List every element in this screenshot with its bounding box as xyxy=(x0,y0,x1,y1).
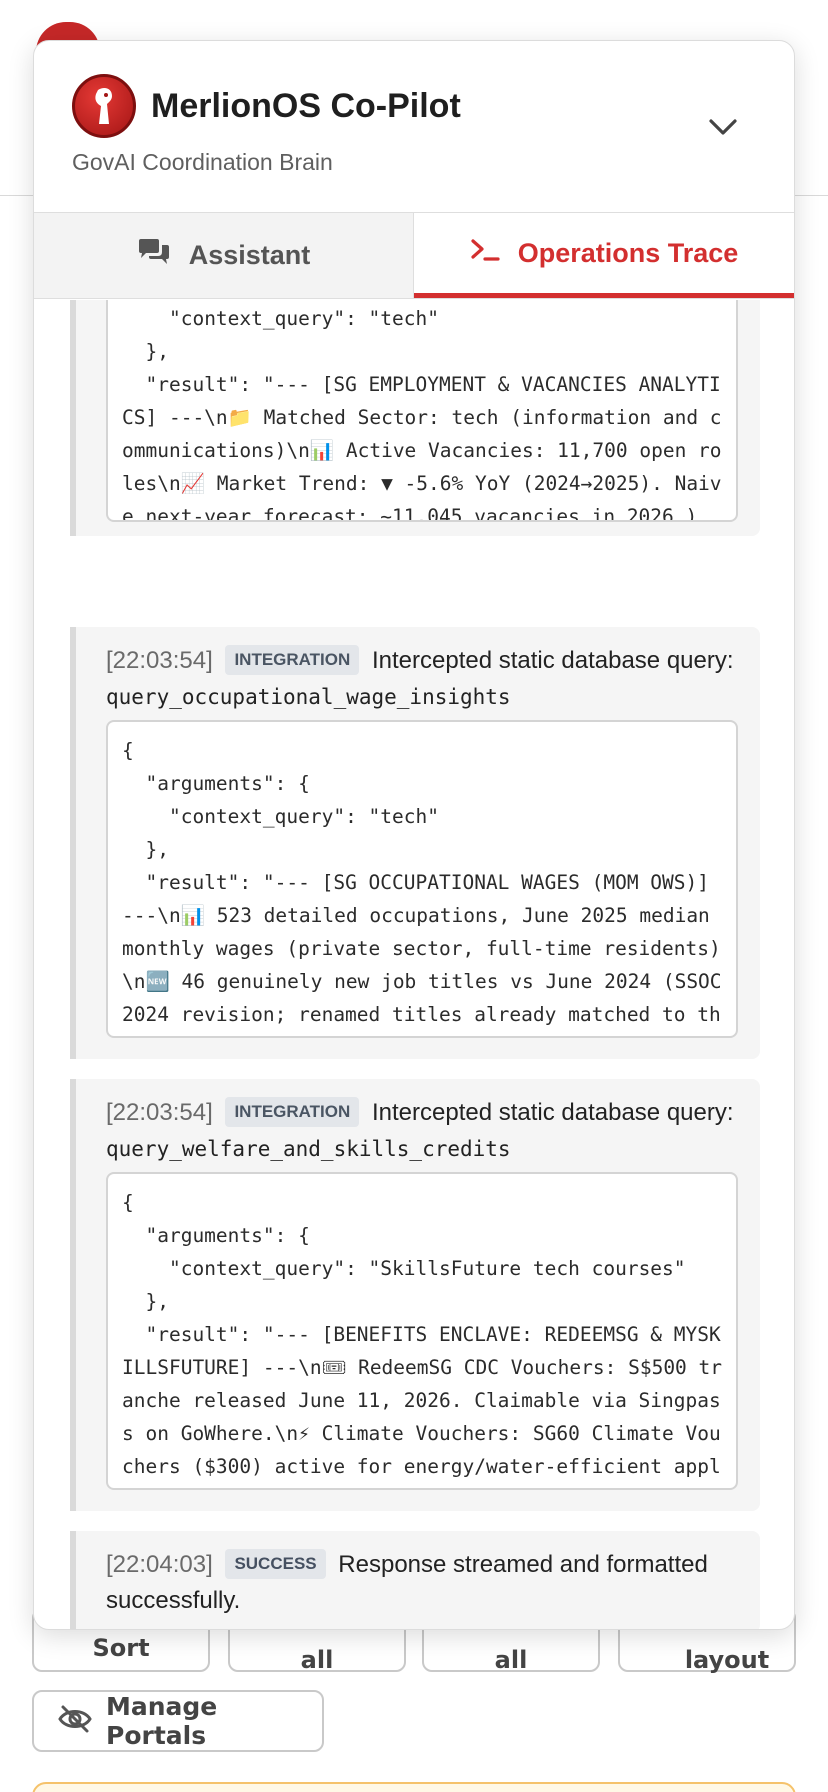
trace-entry-payload[interactable]: { "arguments": { "context_query": "Skill… xyxy=(106,1172,738,1490)
manage-portals-label: Manage Portals xyxy=(106,1692,218,1750)
chevron-down-icon xyxy=(708,118,738,140)
eye-slash-icon xyxy=(58,1704,92,1738)
trace-entry-header: [22:04:03] SUCCESS Response streamed and… xyxy=(106,1547,736,1619)
tab-operations-trace[interactable]: Operations Trace xyxy=(414,213,794,298)
panel-header: MerlionOS Co-Pilot GovAI Coordination Br… xyxy=(34,41,794,213)
manage-portals-button[interactable]: Manage Portals xyxy=(32,1690,324,1752)
operations-trace-log[interactable]: "context_query": "tech" }, "result": "--… xyxy=(34,300,794,1629)
reset-layout-label: layout xyxy=(684,1646,770,1674)
trace-entry-header: [22:03:54] INTEGRATION Intercepted stati… xyxy=(106,1095,736,1167)
trace-timestamp: [22:03:54] xyxy=(106,1099,213,1126)
trace-entry: "context_query": "tech" }, "result": "--… xyxy=(70,300,760,536)
panel-subtitle: GovAI Coordination Brain xyxy=(72,149,333,175)
panel-tabs: Assistant Operations Trace xyxy=(34,213,794,299)
trace-entry-json: { "arguments": { "context_query": "Skill… xyxy=(122,1191,723,1478)
sort-button-label: Sort xyxy=(92,1634,150,1662)
trace-badge-integration: INTEGRATION xyxy=(225,645,360,675)
search-all-label: all xyxy=(494,1646,528,1674)
trace-entry-payload[interactable]: { "arguments": { "context_query": "tech"… xyxy=(106,720,738,1038)
copilot-panel: MerlionOS Co-Pilot GovAI Coordination Br… xyxy=(33,40,795,1630)
trace-entry: [22:03:54] INTEGRATION Intercepted stati… xyxy=(70,627,760,1059)
tab-assistant[interactable]: Assistant xyxy=(34,213,414,298)
terminal-icon xyxy=(470,238,500,269)
trace-entry-header: [22:03:54] INTEGRATION Intercepted stati… xyxy=(106,643,736,715)
trace-badge-integration: INTEGRATION xyxy=(225,1097,360,1127)
trace-function-name: query_occupational_wage_insights xyxy=(106,685,511,709)
trace-message: Intercepted static database query: xyxy=(371,647,734,674)
background-alert xyxy=(32,1782,796,1792)
trace-message: Intercepted static database query: xyxy=(371,1099,734,1126)
trace-entry-json: "context_query": "tech" }, "result": "--… xyxy=(122,307,722,522)
expand-all-label: all xyxy=(300,1646,334,1674)
trace-timestamp: [22:04:03] xyxy=(106,1551,213,1578)
panel-title: MerlionOS Co-Pilot xyxy=(151,87,461,125)
collapse-button[interactable] xyxy=(699,105,747,153)
merlion-logo-icon xyxy=(72,74,136,138)
tab-assistant-label: Assistant xyxy=(188,240,311,270)
trace-entry: [22:03:54] INTEGRATION Intercepted stati… xyxy=(70,1079,760,1511)
trace-function-name: query_welfare_and_skills_credits xyxy=(106,1137,511,1161)
trace-badge-success: SUCCESS xyxy=(225,1549,326,1579)
trace-timestamp: [22:03:54] xyxy=(106,647,213,674)
trace-entry-payload[interactable]: "context_query": "tech" }, "result": "--… xyxy=(106,300,738,522)
trace-entry-json: { "arguments": { "context_query": "tech"… xyxy=(122,739,722,1026)
tab-operations-trace-label: Operations Trace xyxy=(517,237,739,268)
trace-entry: [22:04:03] SUCCESS Response streamed and… xyxy=(70,1531,760,1629)
chat-bubbles-icon xyxy=(137,238,171,273)
